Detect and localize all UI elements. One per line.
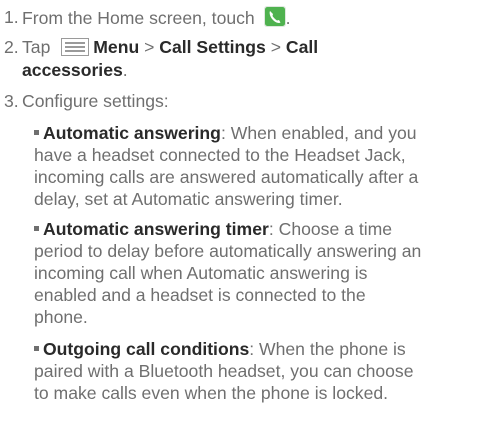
phone-icon [263, 6, 286, 27]
step-text: Configure settings: [22, 91, 169, 111]
bullet-term: Automatic answering [43, 123, 221, 143]
bullet-term: Outgoing call conditions [43, 339, 250, 359]
bullet-term: Automatic answering timer [43, 219, 269, 239]
step-number: 2. [4, 37, 19, 57]
bullet-text-line: incoming call when Automatic answering i… [34, 263, 368, 283]
bullet-text-line: enabled and a headset is connected to th… [34, 285, 366, 305]
step-period: . [285, 8, 291, 28]
bullet-automatic-answering-timer: Automatic answering timer: Choose a time… [34, 218, 484, 328]
bullet-text-line: paired with a Bluetooth headset, you can… [34, 361, 414, 381]
bullet-text-line: incoming calls are answered automaticall… [34, 167, 419, 187]
bullet-text-line: : When enabled, and you [220, 123, 417, 143]
step-period: . [122, 60, 128, 80]
bullet-text-line: period to delay before automatically ans… [34, 241, 422, 261]
bullet-text-line: : Choose a time [268, 219, 393, 239]
bullet-text-line: delay, set at Automatic answering timer. [34, 189, 343, 209]
bullet-marker [34, 226, 39, 231]
bullet-marker [34, 130, 39, 135]
call-accessories-label-part1: Call [285, 37, 319, 57]
menu-icon [61, 38, 90, 56]
step-number: 3. [4, 91, 19, 111]
bullet-text-line: have a headset connected to the Headset … [34, 145, 406, 165]
bullet-automatic-answering: Automatic answering: When enabled, and y… [34, 122, 484, 210]
bullet-text-line: : When the phone is [249, 339, 406, 359]
step-number: 1. [4, 7, 19, 27]
path-separator: > [270, 37, 281, 57]
bullet-outgoing-call-conditions: Outgoing call conditions: When the phone… [34, 338, 484, 404]
step-text: From the Home screen, touch [22, 8, 255, 28]
bullet-marker [34, 346, 39, 351]
path-separator: > [144, 37, 155, 57]
call-settings-label: Call Settings [159, 37, 266, 57]
bullet-text-line: to make calls even when the phone is loc… [34, 383, 389, 403]
call-accessories-label-part2: accessories [22, 60, 123, 80]
bullet-text-line: phone. [34, 307, 88, 327]
step-text-tap: Tap [22, 37, 51, 57]
instructions-document: 1. From the Home screen, touch . 2. Tap [0, 0, 487, 430]
menu-label: Menu [93, 37, 140, 57]
